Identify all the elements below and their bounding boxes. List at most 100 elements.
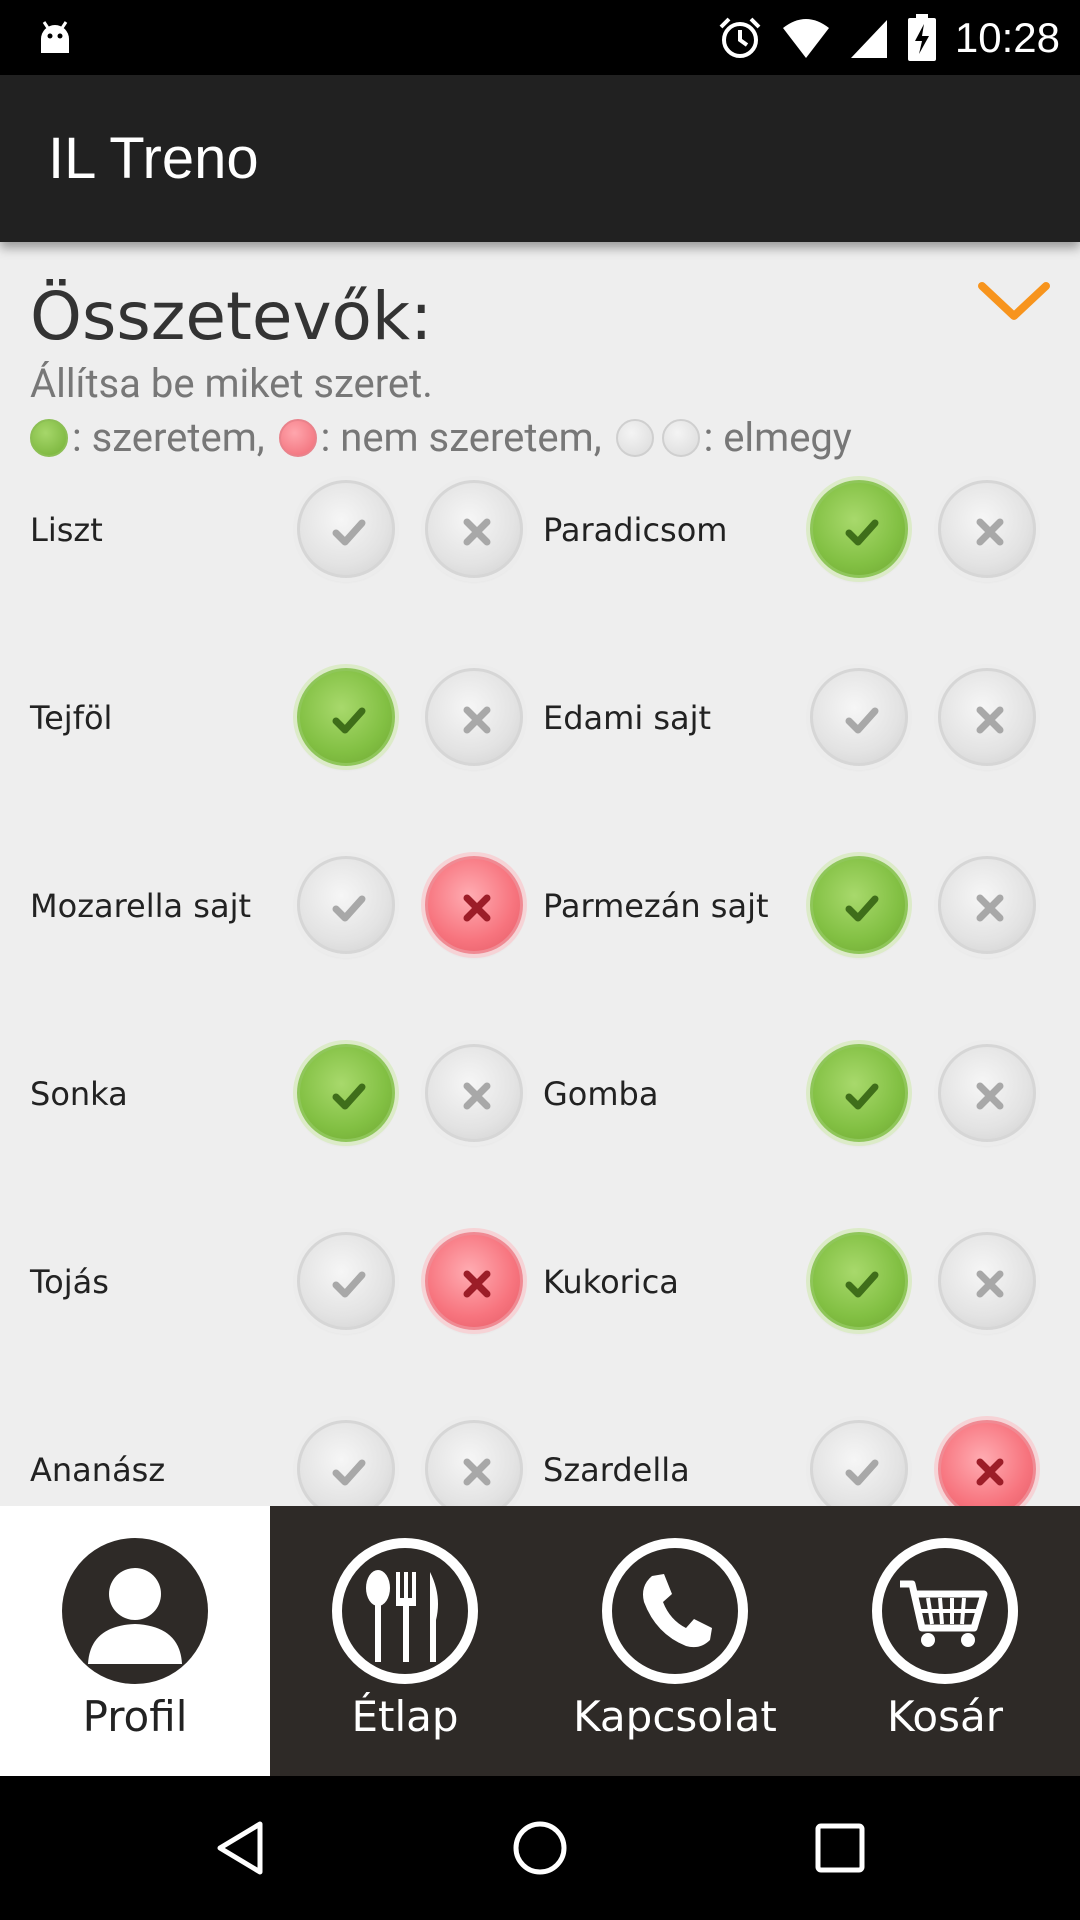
nav-label: Étlap <box>351 1692 459 1741</box>
dislike-button[interactable] <box>938 480 1036 578</box>
cross-icon <box>976 706 1004 734</box>
ingredient-label: Kukorica <box>543 1263 679 1301</box>
dislike-button[interactable] <box>425 1044 523 1142</box>
check-icon <box>332 519 366 546</box>
check-icon <box>845 1459 879 1486</box>
dislike-button[interactable] <box>425 856 523 954</box>
nav-profil[interactable]: Profil <box>0 1506 270 1776</box>
like-button[interactable] <box>810 668 908 766</box>
nav-kosar[interactable]: Kosár <box>810 1506 1080 1776</box>
dislike-button[interactable] <box>425 1420 523 1506</box>
dislike-legend-icon <box>278 418 317 457</box>
ingredient-row: Liszt Paradicsom <box>0 470 1080 590</box>
dislike-button[interactable] <box>938 668 1036 766</box>
signal-icon <box>850 19 887 58</box>
like-button[interactable] <box>810 1044 908 1142</box>
dislike-button[interactable] <box>425 480 523 578</box>
dislike-button[interactable] <box>938 856 1036 954</box>
app-bar: IL Treno <box>0 75 1080 242</box>
ingredient-label: Edami sajt <box>543 699 712 737</box>
legend-dislike-text: : nem szeretem, <box>320 414 602 461</box>
like-button[interactable] <box>810 1420 908 1506</box>
ingredient-row: Ananász Szardella <box>0 1410 1080 1506</box>
ingredient-row: Mozarella sajt Parmezán sajt <box>0 846 1080 966</box>
neutral-like-legend-icon <box>615 418 654 457</box>
bottom-navigation: Profil Étlap Kapcsolat Kosár <box>0 1506 1080 1776</box>
check-icon <box>332 1083 366 1110</box>
like-button[interactable] <box>297 1044 395 1142</box>
cross-icon <box>463 1458 491 1486</box>
check-icon <box>845 1271 879 1298</box>
cross-icon <box>463 1270 491 1298</box>
cross-icon <box>463 894 491 922</box>
check-icon <box>332 895 366 922</box>
like-button[interactable] <box>297 668 395 766</box>
battery-charging-icon <box>907 13 936 61</box>
ingredient-label: Szardella <box>543 1451 690 1489</box>
dislike-button[interactable] <box>938 1232 1036 1330</box>
ingredient-label: Tejföl <box>30 699 113 737</box>
legend-neutral-text: : elmegy <box>703 414 852 461</box>
ingredient-row: Tojás Kukorica <box>0 1222 1080 1342</box>
like-button[interactable] <box>810 1232 908 1330</box>
nav-etlap[interactable]: Étlap <box>270 1506 540 1776</box>
check-icon <box>845 1083 879 1110</box>
home-icon[interactable] <box>510 1818 570 1878</box>
check-icon <box>332 707 366 734</box>
dislike-button[interactable] <box>425 668 523 766</box>
ingredient-label: Sonka <box>30 1075 128 1113</box>
ingredient-label: Liszt <box>30 511 103 549</box>
back-icon[interactable] <box>210 1818 270 1878</box>
like-button[interactable] <box>810 856 908 954</box>
chevron-down-icon[interactable] <box>976 278 1052 328</box>
like-button[interactable] <box>297 480 395 578</box>
wifi-icon <box>782 18 829 58</box>
cross-icon <box>976 1458 1004 1486</box>
cross-icon <box>463 706 491 734</box>
alarm-icon <box>719 17 761 58</box>
cross-icon <box>976 894 1004 922</box>
phone-icon <box>602 1538 748 1684</box>
legend-like-text: : szeretem, <box>72 414 265 461</box>
nav-label: Kapcsolat <box>573 1692 777 1741</box>
check-icon <box>332 1271 366 1298</box>
cross-icon <box>976 1082 1004 1110</box>
cross-icon <box>976 518 1004 546</box>
ingredients-panel: Összetevők: Állítsa be miket szeret. : s… <box>0 242 1080 1506</box>
section-subtitle: Állítsa be miket szeret. <box>30 360 433 407</box>
like-legend-icon <box>30 418 68 457</box>
ingredient-label: Ananász <box>30 1451 166 1489</box>
like-button[interactable] <box>297 1232 395 1330</box>
dislike-button[interactable] <box>938 1044 1036 1142</box>
clock-time: 10:28 <box>954 13 1060 61</box>
android-debug-icon <box>41 21 69 53</box>
ingredient-row: Tejföl Edami sajt <box>0 658 1080 778</box>
check-icon <box>845 895 879 922</box>
ingredient-label: Tojás <box>30 1263 109 1301</box>
like-button[interactable] <box>810 480 908 578</box>
neutral-dislike-legend-icon <box>661 418 700 457</box>
dislike-button[interactable] <box>425 1232 523 1330</box>
like-button[interactable] <box>297 1420 395 1506</box>
ingredient-label: Parmezán sajt <box>543 887 769 925</box>
cutlery-icon <box>332 1538 478 1684</box>
check-icon <box>332 1459 366 1486</box>
person-icon <box>62 1538 208 1684</box>
cross-icon <box>463 1082 491 1110</box>
nav-label: Profil <box>82 1692 188 1741</box>
nav-kapcsolat[interactable]: Kapcsolat <box>540 1506 810 1776</box>
ingredient-label: Mozarella sajt <box>30 887 252 925</box>
cross-icon <box>976 1270 1004 1298</box>
like-button[interactable] <box>297 856 395 954</box>
check-icon <box>845 519 879 546</box>
ingredient-label: Paradicsom <box>543 511 728 549</box>
status-bar: 10:28 <box>0 0 1080 75</box>
app-title: IL Treno <box>48 126 259 191</box>
nav-label: Kosár <box>886 1692 1004 1741</box>
check-icon <box>845 707 879 734</box>
ingredient-label: Gomba <box>543 1075 659 1113</box>
section-title: Összetevők: <box>30 278 433 355</box>
dislike-button[interactable] <box>938 1420 1036 1506</box>
cart-icon <box>872 1538 1018 1684</box>
recents-icon[interactable] <box>810 1818 870 1878</box>
